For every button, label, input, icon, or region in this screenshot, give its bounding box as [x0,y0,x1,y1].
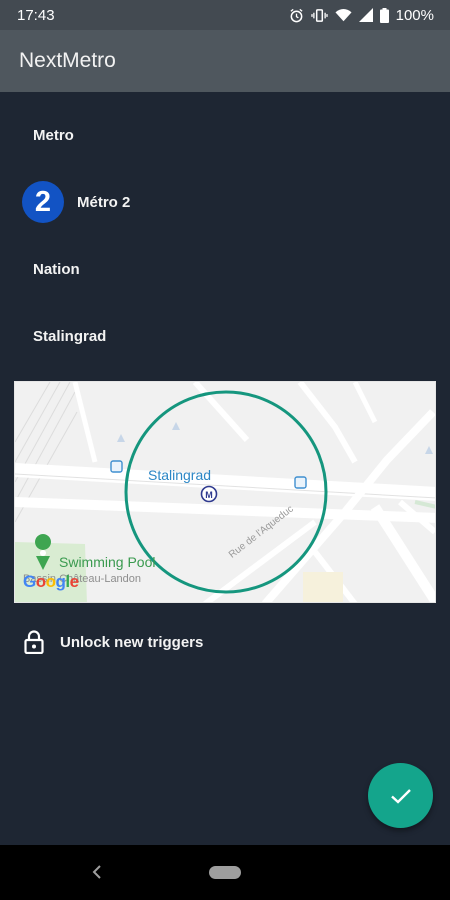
metro-line-number: 2 [34,185,52,218]
lock-icon [24,630,44,654]
vibrate-icon [310,8,328,23]
direction-label: Nation [33,260,80,278]
svg-text:M: M [205,490,213,500]
app-title: NextMetro [19,49,116,72]
unlock-triggers-label: Unlock new triggers [60,633,204,651]
battery-level: 100% [395,6,434,24]
wifi-icon [335,8,352,22]
home-pill[interactable] [209,866,241,879]
map-preview[interactable]: M Stalingrad Swimming Pool Bassin Châtea… [14,381,436,603]
metro-line-badge: 2 [22,181,64,223]
station-label: Stalingrad [33,327,107,345]
battery-icon [379,7,389,23]
signal-icon [358,8,373,22]
status-bar: 17:43 100% [0,0,450,30]
line-item[interactable]: 2 Métro 2 [0,178,450,226]
app-bar: NextMetro [0,30,450,92]
back-icon[interactable] [90,864,104,885]
map-pool-label: Swimming Pool [59,554,156,570]
status-time: 17:43 [17,6,55,24]
transport-mode-item[interactable]: Metro [0,115,450,155]
map-station-label: Stalingrad [148,467,212,483]
map-brand-logo: Google [23,572,79,591]
unlock-triggers-item[interactable]: Unlock new triggers [0,620,450,664]
confirm-button[interactable] [368,763,433,828]
system-nav-bar [0,845,450,900]
status-icons: 100% [289,7,434,24]
transport-mode-label: Metro [33,126,74,144]
station-item[interactable]: Stalingrad [0,316,450,356]
alarm-icon [289,8,304,23]
line-label: Métro 2 [77,193,131,211]
direction-item[interactable]: Nation [0,249,450,289]
check-icon [390,787,412,805]
